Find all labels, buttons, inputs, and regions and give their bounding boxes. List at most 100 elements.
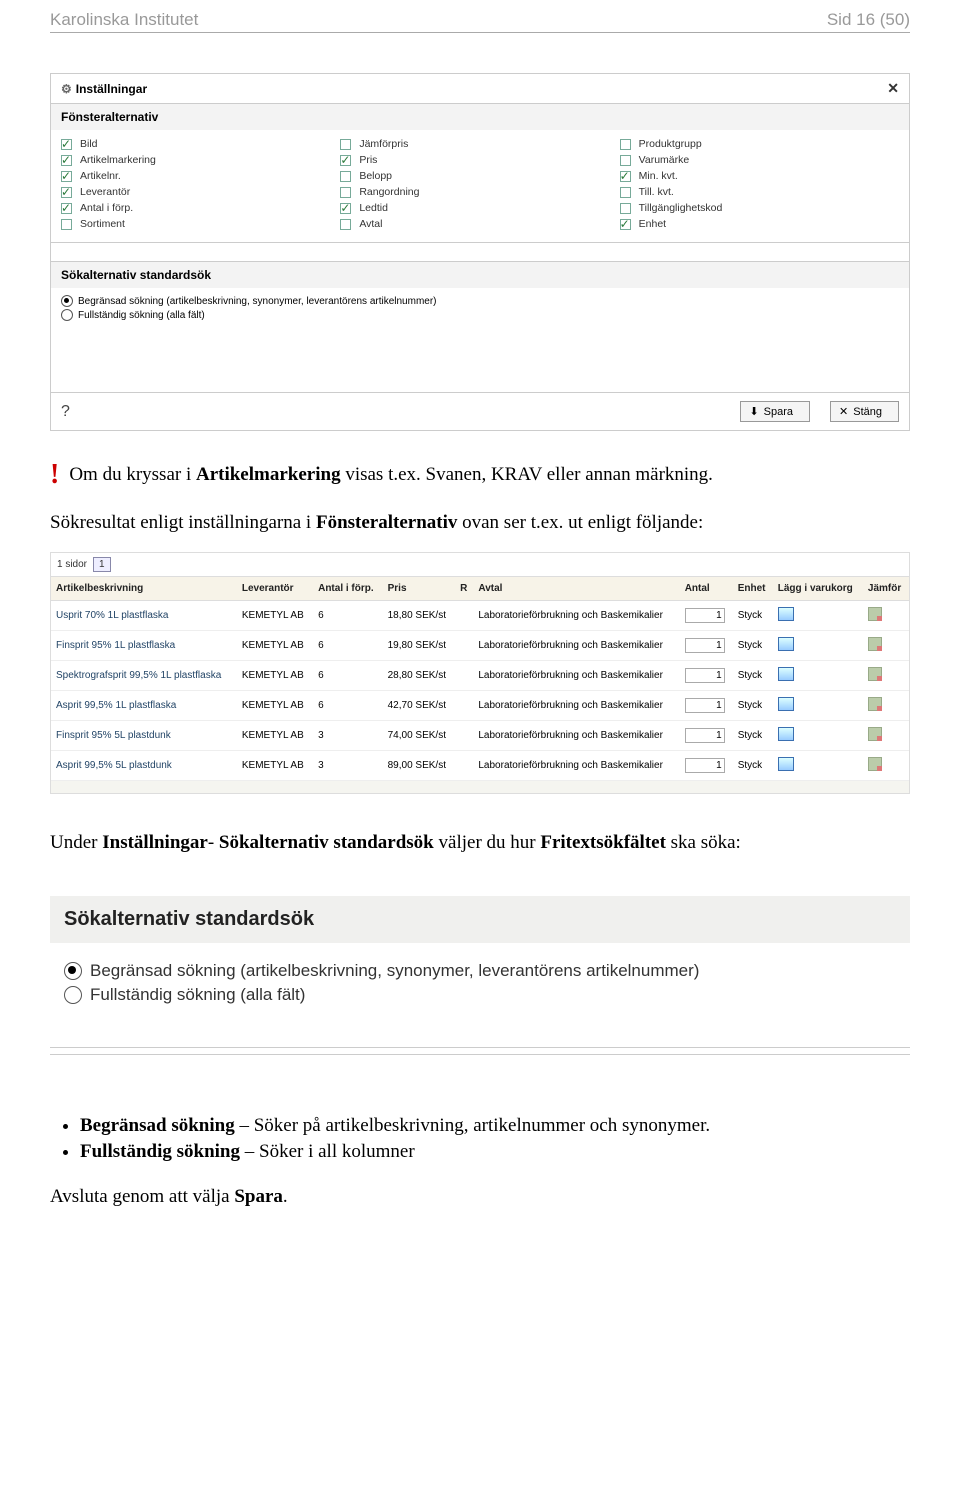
checkbox-varum-rke[interactable]: Varumärke (620, 152, 899, 168)
qty-input[interactable] (685, 638, 725, 653)
cell-cart[interactable] (773, 630, 863, 660)
big-option-limited[interactable]: Begränsad sökning (artikelbeskrivning, s… (64, 959, 896, 983)
checkbox-icon[interactable] (620, 187, 631, 198)
help-icon[interactable]: ? (61, 403, 70, 421)
checkbox-j-mf-rpris[interactable]: Jämförpris (340, 136, 619, 152)
qty-input[interactable] (685, 758, 725, 773)
checkbox-artikelmarkering[interactable]: Artikelmarkering (61, 152, 340, 168)
cell-antal[interactable] (680, 720, 733, 750)
checkbox-rangordning[interactable]: Rangordning (340, 184, 619, 200)
cell-desc[interactable]: Asprit 99,5% 5L plastdunk (51, 750, 237, 780)
settings-panel: ⚙Inställningar ✕ Fönsteralternativ BildA… (50, 73, 910, 431)
compare-icon[interactable] (868, 637, 882, 651)
cell-desc[interactable]: Asprit 99,5% 1L plastflaska (51, 690, 237, 720)
checkbox-icon[interactable] (340, 187, 351, 198)
cell-desc[interactable]: Finsprit 95% 1L plastflaska (51, 630, 237, 660)
qty-input[interactable] (685, 728, 725, 743)
checkbox-sortiment[interactable]: Sortiment (61, 216, 340, 232)
checkbox-artikelnr-[interactable]: Artikelnr. (61, 168, 340, 184)
radio-icon[interactable] (61, 309, 73, 321)
checkbox-label: Pris (359, 154, 377, 166)
checkbox-icon[interactable] (340, 139, 351, 150)
checkbox-icon[interactable] (61, 139, 72, 150)
compare-icon[interactable] (868, 697, 882, 711)
x-icon: ✕ (839, 405, 848, 418)
cart-icon[interactable] (778, 637, 794, 651)
checkbox-min-kvt-[interactable]: Min. kvt. (620, 168, 899, 184)
checkbox-ledtid[interactable]: Ledtid (340, 200, 619, 216)
checkbox-leverant-r[interactable]: Leverantör (61, 184, 340, 200)
cell-avtal: Laboratorieförbrukning och Baskemikalier (473, 690, 679, 720)
explanation-list: Begränsad sökning – Söker på artikelbesk… (80, 1115, 910, 1163)
cart-icon[interactable] (778, 757, 794, 771)
search-option-full[interactable]: Fullständig sökning (alla fält) (61, 308, 899, 322)
panel-footer: ? ⬇Spara ✕Stäng (51, 392, 909, 430)
cell-antal[interactable] (680, 690, 733, 720)
checkbox-till-kvt-[interactable]: Till. kvt. (620, 184, 899, 200)
page-1[interactable]: 1 (93, 557, 111, 572)
compare-icon[interactable] (868, 757, 882, 771)
compare-icon[interactable] (868, 607, 882, 621)
radio-icon[interactable] (64, 986, 82, 1004)
cart-icon[interactable] (778, 667, 794, 681)
qty-input[interactable] (685, 668, 725, 683)
qty-input[interactable] (685, 698, 725, 713)
checkbox-enhet[interactable]: Enhet (620, 216, 899, 232)
close-button[interactable]: ✕Stäng (830, 401, 899, 422)
cell-cart[interactable] (773, 690, 863, 720)
checkbox-antal-i-f-rp-[interactable]: Antal i förp. (61, 200, 340, 216)
checkbox-icon[interactable] (61, 219, 72, 230)
col-header: Antal (680, 576, 733, 600)
cell-antal[interactable] (680, 600, 733, 630)
cart-icon[interactable] (778, 697, 794, 711)
cell-antal[interactable] (680, 630, 733, 660)
checkbox-icon[interactable] (340, 203, 351, 214)
checkbox-icon[interactable] (620, 203, 631, 214)
cell-cart[interactable] (773, 720, 863, 750)
cell-compare[interactable] (863, 750, 909, 780)
big-option-full[interactable]: Fullständig sökning (alla fält) (64, 983, 896, 1007)
cell-compare[interactable] (863, 630, 909, 660)
checkbox-icon[interactable] (61, 155, 72, 166)
cell-cart[interactable] (773, 750, 863, 780)
cell-cart[interactable] (773, 660, 863, 690)
cell-desc[interactable]: Usprit 70% 1L plastflaska (51, 600, 237, 630)
compare-icon[interactable] (868, 667, 882, 681)
exclamation-icon: ! (50, 461, 59, 489)
checkbox-icon[interactable] (340, 171, 351, 182)
checkbox-icon[interactable] (340, 219, 351, 230)
close-icon[interactable]: ✕ (887, 80, 899, 97)
cell-antal[interactable] (680, 750, 733, 780)
checkbox-tillg-nglighetskod[interactable]: Tillgänglighetskod (620, 200, 899, 216)
cell-desc[interactable]: Spektrografsprit 99,5% 1L plastflaska (51, 660, 237, 690)
radio-icon[interactable] (61, 295, 73, 307)
radio-icon[interactable] (64, 962, 82, 980)
checkbox-bild[interactable]: Bild (61, 136, 340, 152)
checkbox-belopp[interactable]: Belopp (340, 168, 619, 184)
checkbox-icon[interactable] (620, 219, 631, 230)
qty-input[interactable] (685, 608, 725, 623)
search-option-limited[interactable]: Begränsad sökning (artikelbeskrivning, s… (61, 294, 899, 308)
cart-icon[interactable] (778, 727, 794, 741)
checkbox-icon[interactable] (61, 171, 72, 182)
checkbox-icon[interactable] (61, 187, 72, 198)
checkbox-avtal[interactable]: Avtal (340, 216, 619, 232)
compare-icon[interactable] (868, 727, 882, 741)
cell-antal[interactable] (680, 660, 733, 690)
cell-compare[interactable] (863, 720, 909, 750)
checkbox-icon[interactable] (620, 155, 631, 166)
cell-compare[interactable] (863, 600, 909, 630)
cart-icon[interactable] (778, 607, 794, 621)
cell-cart[interactable] (773, 600, 863, 630)
cell-compare[interactable] (863, 660, 909, 690)
checkbox-icon[interactable] (61, 203, 72, 214)
save-button[interactable]: ⬇Spara (740, 401, 810, 422)
checkbox-icon[interactable] (620, 171, 631, 182)
cell-avtal: Laboratorieförbrukning och Baskemikalier (473, 720, 679, 750)
checkbox-produktgrupp[interactable]: Produktgrupp (620, 136, 899, 152)
checkbox-icon[interactable] (620, 139, 631, 150)
checkbox-pris[interactable]: Pris (340, 152, 619, 168)
cell-compare[interactable] (863, 690, 909, 720)
checkbox-icon[interactable] (340, 155, 351, 166)
cell-desc[interactable]: Finsprit 95% 5L plastdunk (51, 720, 237, 750)
